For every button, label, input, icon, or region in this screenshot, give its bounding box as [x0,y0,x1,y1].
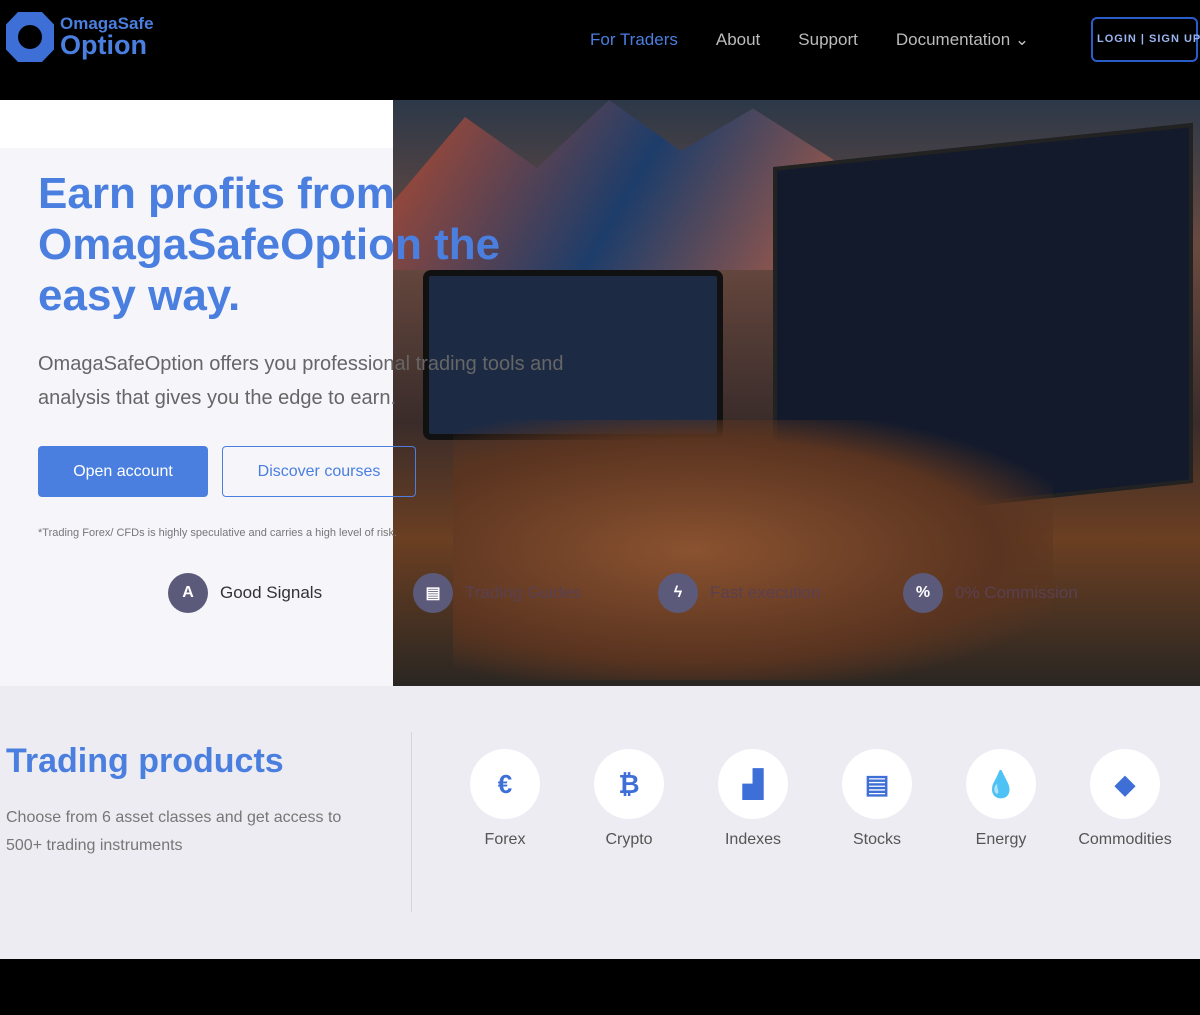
feature-label: Trading Guides [465,583,581,602]
area-chart-icon: ▟ [718,749,788,819]
lightning-icon: ϟ [658,573,698,613]
feature-commission: % 0% Commission [903,573,1148,613]
signals-icon: A [168,573,208,613]
asset-commodities[interactable]: ◆ Commodities [1078,749,1172,849]
asset-indexes[interactable]: ▟ Indexes [711,749,795,849]
feature-label: 0% Commission [955,583,1078,602]
hero-subtitle: OmagaSafeOption offers you professional … [38,353,564,409]
products-description: Choose from 6 asset classes and get acce… [6,809,342,854]
feature-fast-execution: ϟ Fast execution [658,573,903,613]
asset-label: Crypto [605,831,653,848]
drop-icon: 💧 [966,749,1036,819]
products-title: Trading products [6,742,284,780]
hero-headline: Earn profits from OmagaSafeOption the ea… [38,169,501,320]
asset-label: Stocks [852,831,901,848]
nav-documentation[interactable]: Documentation ⌄ [896,30,1029,50]
document-chart-icon: ▤ [842,749,912,819]
asset-forex[interactable]: € Forex [463,749,547,849]
feature-label: Fast execution [710,583,821,602]
feature-label: Good Signals [220,583,323,602]
asset-crypto[interactable]: ₿ Crypto [587,749,671,849]
book-icon: ▤ [413,573,453,613]
divider [411,732,412,912]
open-account-button[interactable]: Open account [38,446,208,497]
asset-label: Indexes [724,831,782,848]
asset-label: Forex [484,831,526,848]
trading-products-section: Trading products Choose from 6 asset cla… [0,686,1200,959]
footer [0,959,1200,1015]
login-signup-button[interactable]: LOGIN | SIGN UP [1091,17,1200,62]
logo-icon [6,12,54,62]
top-nav: OmagaSafe Option For Traders About Suppor… [0,0,1200,100]
nav-for-traders[interactable]: For Traders [590,30,678,50]
nav-about[interactable]: About [716,30,760,50]
euro-icon: € [470,749,540,819]
nav-support[interactable]: Support [798,30,858,50]
commodities-icon: ◆ [1090,749,1160,819]
feature-good-signals: A Good Signals [168,573,413,613]
risk-disclaimer: *Trading Forex/ CFDs is highly speculati… [38,527,398,539]
feature-list: A Good Signals ▤ Trading Guides ϟ Fast exec… [168,573,1148,613]
logo-bottom: Option [60,30,147,60]
bitcoin-icon: ₿ [594,749,664,819]
logo[interactable]: OmagaSafe Option [6,12,154,62]
percent-icon: % [903,573,943,613]
feature-trading-guides: ▤ Trading Guides [413,573,658,613]
nav-documentation-label: Documentation [895,30,1011,49]
chevron-down-icon: ⌄ [1014,30,1030,49]
asset-label: Commodities [1078,831,1172,848]
asset-stocks[interactable]: ▤ Stocks [835,749,919,849]
discover-courses-button[interactable]: Discover courses [222,446,416,497]
asset-label: Energy [975,831,1027,848]
asset-energy[interactable]: 💧 Energy [959,749,1043,849]
